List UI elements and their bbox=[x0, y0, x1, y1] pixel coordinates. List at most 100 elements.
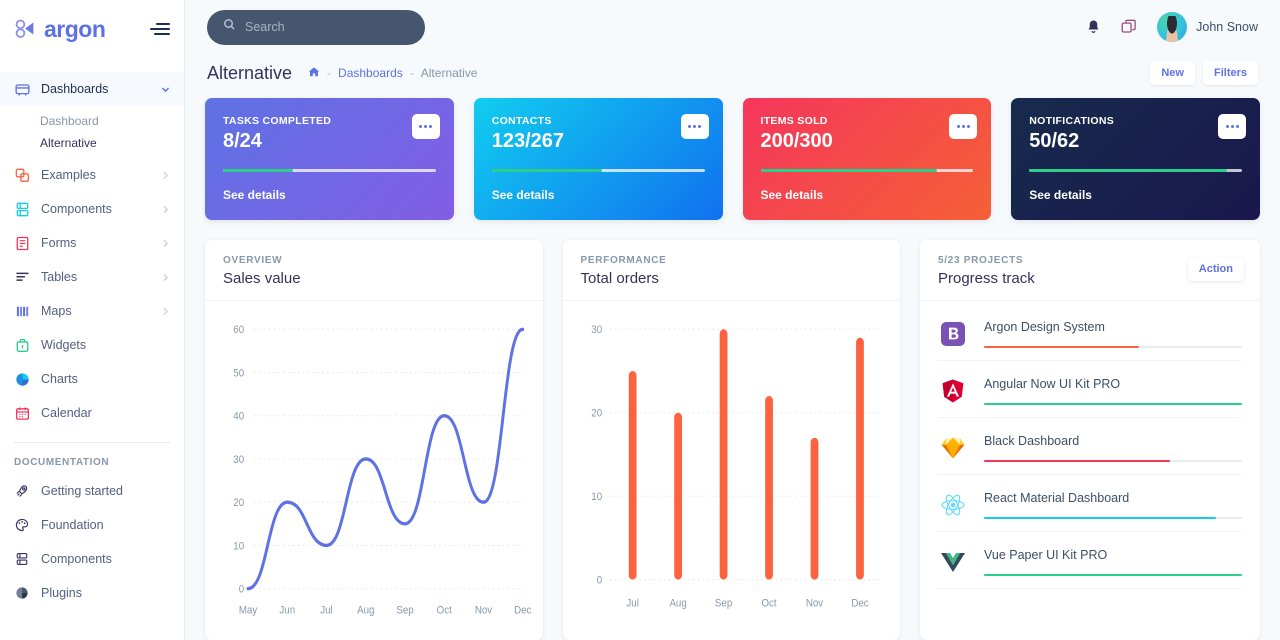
examples-icon bbox=[14, 167, 30, 183]
stat-card-progress bbox=[491, 169, 705, 172]
list-item[interactable]: React Material Dashboard bbox=[938, 475, 1242, 532]
total-orders-bar-chart[interactable]: 0 10 20 30 Jul Aug Sep Oct Nov Dec bbox=[569, 309, 891, 636]
topbar-right-group: John Snow bbox=[1086, 12, 1258, 42]
sales-value-line-chart[interactable]: 0 10 20 30 40 50 60 May Jun Jul Aug Sep Oct Nov Dec bbox=[211, 309, 533, 636]
stat-card-notifications[interactable]: NOTIFICATIONS 50/62 See details bbox=[1011, 98, 1260, 220]
svg-text:Nov: Nov bbox=[475, 604, 493, 617]
home-icon[interactable] bbox=[308, 66, 320, 81]
sidebar-item-label: Components bbox=[41, 202, 112, 216]
project-info: Angular Now UI Kit PRO bbox=[984, 377, 1242, 406]
main-content: John Snow Alternative - Dashboards - Alt… bbox=[185, 0, 1280, 640]
sidebar-item-plugins[interactable]: Plugins bbox=[0, 576, 184, 610]
cards-icon[interactable] bbox=[1121, 19, 1137, 35]
ellipsis-icon[interactable] bbox=[411, 114, 440, 139]
sales-value-panel: OVERVIEW Sales value 0 10 20 30 40 50 60 May Jun… bbox=[205, 240, 543, 640]
svg-text:60: 60 bbox=[233, 324, 244, 337]
ellipsis-icon[interactable] bbox=[949, 114, 978, 139]
svg-text:0: 0 bbox=[239, 583, 245, 596]
breadcrumb-separator: - bbox=[327, 66, 332, 80]
search-input[interactable] bbox=[245, 20, 409, 34]
angular-icon bbox=[938, 376, 968, 406]
project-progress bbox=[984, 402, 1242, 406]
stat-card-value: 123/267 bbox=[491, 130, 565, 152]
sidebar-subitem-alternative[interactable]: Alternative bbox=[0, 132, 184, 154]
sidebar-item-components[interactable]: Components bbox=[0, 192, 184, 226]
sidebar-item-examples[interactable]: Examples bbox=[0, 158, 184, 192]
list-item[interactable]: Vue Paper UI Kit PRO bbox=[938, 532, 1242, 589]
svg-text:Oct: Oct bbox=[437, 604, 452, 617]
chevron-right-icon bbox=[161, 171, 170, 180]
ellipsis-icon[interactable] bbox=[1218, 114, 1246, 139]
maps-icon bbox=[14, 303, 30, 319]
sidebar-item-forms[interactable]: Forms bbox=[0, 226, 184, 260]
project-progress bbox=[984, 573, 1242, 577]
sketch-icon bbox=[938, 433, 968, 463]
list-item[interactable]: Angular Now UI Kit PRO bbox=[938, 361, 1242, 418]
svg-text:Jul: Jul bbox=[320, 604, 332, 617]
hamburger-menu-icon[interactable] bbox=[150, 23, 170, 35]
widgets-icon bbox=[14, 337, 30, 353]
sidebar-item-tables[interactable]: Tables bbox=[0, 260, 184, 294]
stat-card-items-sold[interactable]: ITEMS SOLD 200/300 See details bbox=[742, 98, 992, 220]
stat-card-progress bbox=[1029, 169, 1242, 172]
sidebar-item-maps[interactable]: Maps bbox=[0, 294, 184, 328]
stat-card-progress bbox=[760, 169, 974, 172]
svg-text:May: May bbox=[239, 604, 258, 617]
page-header-actions: New Filters bbox=[1150, 61, 1258, 85]
sidebar-item-doc-components[interactable]: Components bbox=[0, 542, 184, 576]
project-progress bbox=[984, 459, 1242, 463]
react-icon bbox=[938, 490, 968, 520]
svg-text:Jul: Jul bbox=[626, 597, 638, 610]
sidebar-brand[interactable]: argon bbox=[0, 0, 184, 58]
see-details-link[interactable]: See details bbox=[223, 188, 286, 202]
brand-logo-group[interactable]: argon bbox=[14, 16, 106, 43]
search-box[interactable] bbox=[207, 9, 425, 45]
progress-track-panel: 5/23 PROJECTS Progress track Action Argo… bbox=[920, 240, 1260, 640]
project-list: Argon Design System Angular Now UI Kit P… bbox=[920, 301, 1260, 589]
sidebar-item-label: Calendar bbox=[41, 406, 92, 420]
panels-row: OVERVIEW Sales value 0 10 20 30 40 50 60 May Jun… bbox=[185, 220, 1280, 640]
sidebar: argon Dashboards Dashboard Alternative E… bbox=[0, 0, 185, 640]
page-title: Alternative bbox=[207, 62, 293, 83]
new-button[interactable]: New bbox=[1150, 61, 1195, 85]
sidebar-item-label: Getting started bbox=[41, 484, 123, 498]
sidebar-item-calendar[interactable]: Calendar bbox=[0, 396, 184, 430]
svg-text:50: 50 bbox=[233, 367, 244, 380]
list-item[interactable]: Black Dashboard bbox=[938, 418, 1242, 475]
see-details-link[interactable]: See details bbox=[761, 188, 824, 202]
project-progress bbox=[984, 345, 1242, 349]
sidebar-item-dashboards[interactable]: Dashboards bbox=[0, 72, 184, 106]
sidebar-item-widgets[interactable]: Widgets bbox=[0, 328, 184, 362]
search-icon bbox=[223, 18, 236, 36]
list-item[interactable]: Argon Design System bbox=[938, 301, 1242, 361]
sidebar-item-label: Charts bbox=[41, 372, 78, 386]
forms-icon bbox=[14, 235, 30, 251]
sidebar-sublist-dashboards: Dashboard Alternative bbox=[0, 106, 184, 158]
action-button[interactable]: Action bbox=[1187, 257, 1244, 281]
stat-card-contacts[interactable]: CONTACTS 123/267 See details bbox=[473, 98, 723, 220]
svg-text:40: 40 bbox=[233, 410, 244, 423]
see-details-link[interactable]: See details bbox=[492, 188, 555, 202]
see-details-link[interactable]: See details bbox=[1029, 188, 1092, 202]
ellipsis-icon[interactable] bbox=[680, 114, 709, 139]
svg-text:Aug: Aug bbox=[669, 597, 686, 610]
sidebar-item-foundation[interactable]: Foundation bbox=[0, 508, 184, 542]
project-name: Vue Paper UI Kit PRO bbox=[984, 547, 1108, 562]
filters-button[interactable]: Filters bbox=[1202, 61, 1258, 85]
svg-text:Oct: Oct bbox=[761, 597, 776, 610]
sidebar-item-label: Maps bbox=[41, 304, 72, 318]
stat-card-tasks-completed[interactable]: TASKS COMPLETED 8/24 See details bbox=[205, 98, 454, 220]
project-info: React Material Dashboard bbox=[984, 491, 1242, 520]
sidebar-item-getting-started[interactable]: Getting started bbox=[0, 474, 184, 508]
plugins-icon bbox=[14, 585, 30, 601]
breadcrumb-parent[interactable]: Dashboards bbox=[338, 66, 403, 80]
panel-subtitle: OVERVIEW bbox=[223, 255, 283, 266]
sidebar-subitem-dashboard[interactable]: Dashboard bbox=[0, 110, 184, 132]
sidebar-item-label: Tables bbox=[41, 270, 78, 284]
user-menu[interactable]: John Snow bbox=[1157, 12, 1258, 42]
svg-text:Dec: Dec bbox=[514, 604, 531, 617]
sidebar-item-charts[interactable]: Charts bbox=[0, 362, 184, 396]
panel-header: OVERVIEW Sales value bbox=[205, 240, 543, 301]
bar-chart-body: 0 10 20 30 Jul Aug Sep Oct Nov Dec bbox=[563, 301, 901, 640]
bell-icon[interactable] bbox=[1086, 19, 1101, 35]
